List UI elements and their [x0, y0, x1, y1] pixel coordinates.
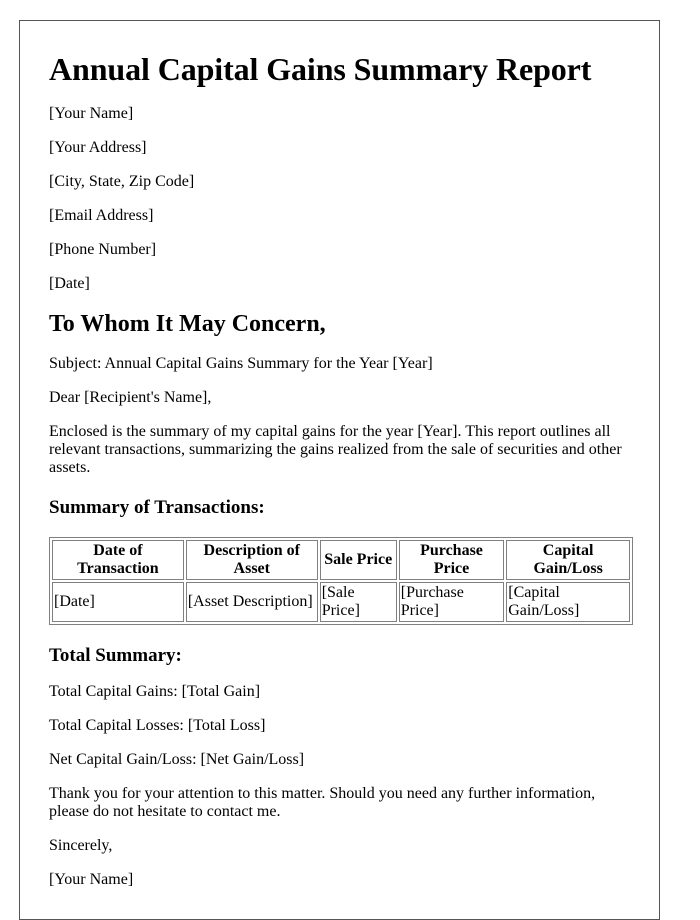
signature: [Your Name]	[49, 871, 134, 888]
column-header: Purchase Price	[398, 540, 505, 580]
table-cell: [Date]	[52, 582, 184, 622]
greeting: Dear [Recipient's Name],	[49, 389, 212, 406]
sender-date: [Date]	[49, 275, 90, 292]
net-gain-loss: Net Capital Gain/Loss: [Net Gain/Loss]	[49, 751, 305, 768]
report-title: Annual Capital Gains Summary Report	[49, 51, 592, 87]
letter-page: Annual Capital Gains Summary Report [You…	[19, 20, 660, 920]
table-cell: [Sale Price]	[319, 582, 397, 622]
salutation-heading: To Whom It May Concern,	[49, 311, 326, 337]
subject-line: Subject: Annual Capital Gains Summary fo…	[49, 355, 433, 372]
column-header: Capital Gain/Loss	[506, 540, 630, 580]
table-cell: [Capital Gain/Loss]	[506, 582, 630, 622]
column-header: Sale Price	[319, 540, 397, 580]
closing-paragraph: Thank you for your attention to this mat…	[49, 785, 596, 820]
total-gains: Total Capital Gains: [Total Gain]	[49, 683, 261, 700]
total-losses: Total Capital Losses: [Total Loss]	[49, 717, 266, 734]
sender-name: [Your Name]	[49, 105, 134, 122]
intro-paragraph: Enclosed is the summary of my capital ga…	[49, 423, 622, 476]
sender-email: [Email Address]	[49, 207, 154, 224]
column-header: Date of Transaction	[52, 540, 184, 580]
transactions-heading: Summary of Transactions:	[49, 497, 265, 518]
sender-city-state-zip: [City, State, Zip Code]	[49, 173, 195, 190]
sign-off: Sincerely,	[49, 837, 113, 854]
column-header: Description of Asset	[185, 540, 318, 580]
transactions-table: Date of Transaction Description of Asset…	[49, 537, 633, 625]
total-summary-heading: Total Summary:	[49, 645, 182, 666]
sender-address: [Your Address]	[49, 139, 147, 156]
table-cell: [Asset Description]	[185, 582, 318, 622]
sender-block: [Your Name] [Your Address] [City, State,…	[49, 105, 630, 293]
table-header-row: Date of Transaction Description of Asset…	[52, 540, 630, 580]
table-row: [Date] [Asset Description] [Sale Price] …	[52, 582, 630, 622]
table-cell: [Purchase Price]	[398, 582, 505, 622]
sender-phone: [Phone Number]	[49, 241, 157, 258]
